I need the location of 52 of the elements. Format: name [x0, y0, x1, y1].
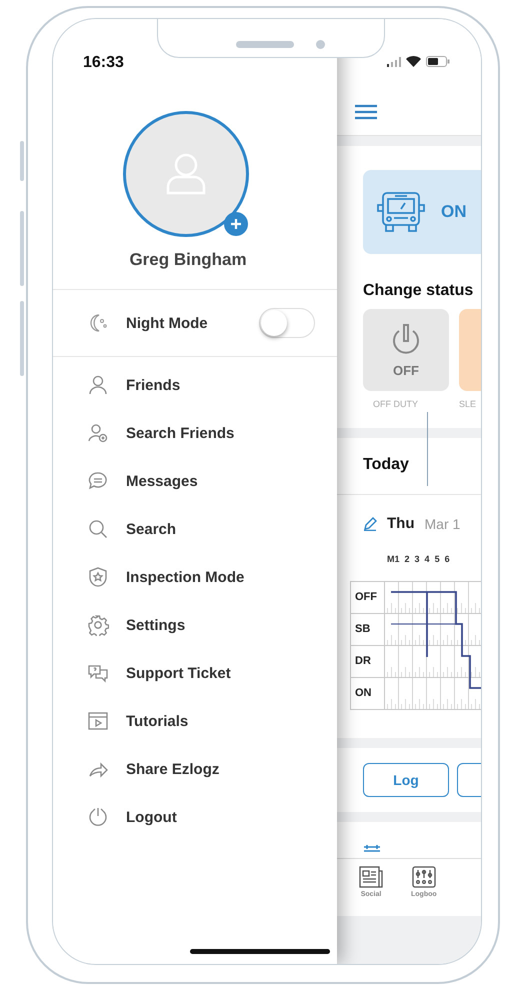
hour-label: 2	[404, 554, 410, 564]
row-label: OFF	[351, 582, 385, 613]
menu-item[interactable]: Support Ticket	[53, 649, 337, 697]
add-photo-button[interactable]	[224, 212, 248, 236]
power-icon	[87, 806, 109, 828]
menu-item[interactable]: Logout	[53, 793, 337, 841]
pencil-icon[interactable]	[363, 516, 377, 530]
menu-item[interactable]: Inspection Mode	[53, 553, 337, 601]
section-title: Today	[337, 438, 481, 495]
status-time: 16:33	[83, 54, 124, 73]
newspaper-icon	[359, 866, 383, 888]
hour-label: 3	[414, 554, 420, 564]
date-label: Mar 1	[424, 516, 460, 532]
person-icon	[87, 374, 109, 396]
status-caption: OFF DUTY	[373, 399, 418, 409]
menu-item[interactable]: Settings	[53, 601, 337, 649]
menu-icon[interactable]	[355, 104, 377, 120]
menu-item[interactable]: Messages	[53, 457, 337, 505]
truck-icon	[375, 189, 427, 235]
night-mode-toggle[interactable]	[259, 308, 315, 338]
video-icon	[87, 710, 109, 732]
power-icon	[390, 322, 422, 356]
hour-label: 5	[434, 554, 440, 564]
menu-item[interactable]: Search	[53, 505, 337, 553]
row-label: ON	[351, 678, 385, 709]
status-caption: SLE	[459, 399, 476, 409]
menu-item[interactable]: Tutorials	[53, 697, 337, 745]
hour-label: 6	[444, 554, 450, 564]
shield-icon	[87, 566, 109, 588]
search-icon	[87, 518, 109, 540]
hour-label: M1	[387, 554, 400, 564]
section-title: Change status	[363, 282, 474, 300]
hour-label: 4	[424, 554, 430, 564]
add-person-icon	[87, 422, 109, 444]
menu-label: Night Mode	[126, 314, 208, 332]
row-label: SB	[351, 614, 385, 645]
signal-icon	[387, 56, 401, 66]
battery-icon	[426, 56, 450, 67]
user-name: Greg Bingham	[128, 249, 248, 271]
sliders-icon	[412, 866, 436, 888]
chat-icon	[87, 470, 109, 492]
day-label: Thu	[387, 515, 414, 532]
menu-item[interactable]: Share Ezlogz	[53, 745, 337, 793]
settings-icon	[87, 614, 109, 636]
wifi-icon	[406, 56, 421, 67]
menu-item[interactable]: Search Friends	[53, 409, 337, 457]
plus-icon	[230, 218, 242, 230]
menu-item[interactable]: Friends	[53, 361, 337, 409]
duty-status: ON	[441, 202, 466, 222]
status-button[interactable]: OFF	[363, 309, 449, 391]
log-button[interactable]: Log	[363, 763, 449, 797]
row-label: DR	[351, 646, 385, 677]
